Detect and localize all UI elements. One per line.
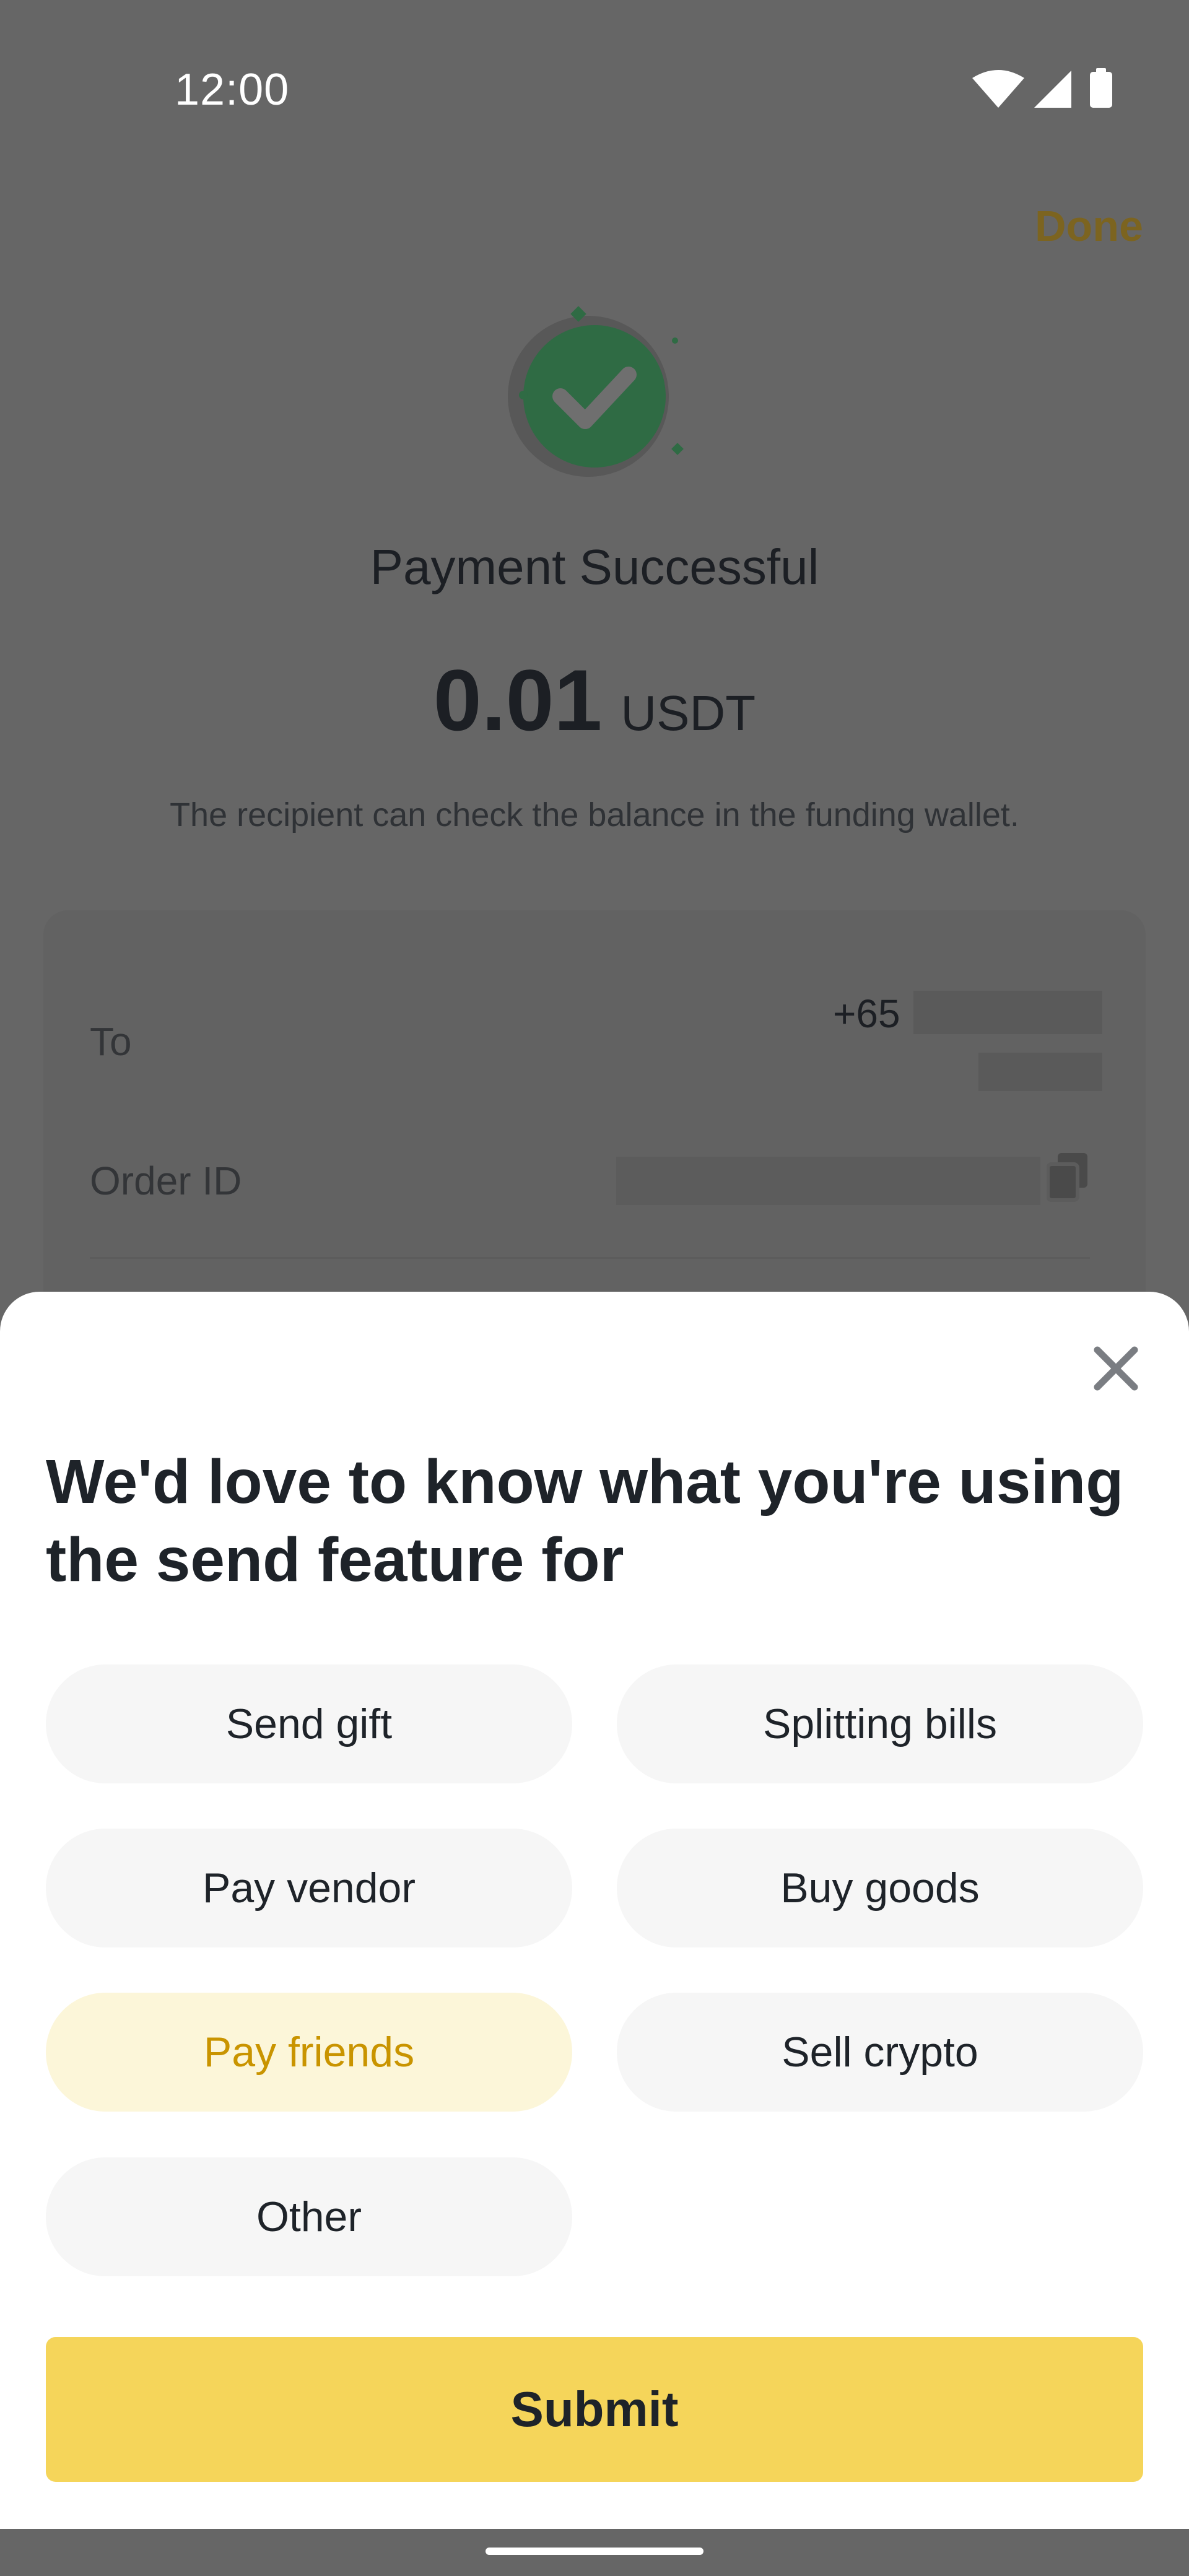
option-other[interactable]: Other [46,2157,572,2276]
option-splitting-bills[interactable]: Splitting bills [617,1664,1143,1783]
survey-title: We'd love to know what you're using the … [46,1447,1124,1595]
status-icons [972,68,1112,108]
option-send-gift[interactable]: Send gift [46,1664,572,1783]
close-button[interactable] [1085,1338,1147,1399]
redacted-order-id [616,1157,1040,1205]
option-pay-friends[interactable]: Pay friends [46,1993,572,2112]
divider [90,1257,1090,1259]
option-buy-goods[interactable]: Buy goods [617,1829,1143,1947]
payment-details-card [43,910,1146,1344]
payment-note: The recipient can check the balance in t… [170,796,1019,833]
close-icon [1094,1346,1138,1391]
payment-amount: 0.01 USDT [0,650,1189,751]
copy-icon[interactable] [1047,1153,1090,1203]
battery-icon [1090,68,1112,108]
wifi-icon [972,70,1024,108]
payment-status-title: Payment Successful [370,539,819,594]
recipient-country-code: +65 [833,991,900,1036]
submit-button[interactable]: Submit [46,2337,1143,2482]
option-sell-crypto[interactable]: Sell crypto [617,1993,1143,2112]
redacted-name [978,1053,1102,1091]
to-label: To [90,1019,132,1064]
order-id-label: Order ID [90,1159,242,1203]
done-button[interactable]: Done [1035,201,1143,251]
status-bar: 12:00 [0,0,1189,186]
option-pay-vendor[interactable]: Pay vendor [46,1829,572,1947]
signal-icon [1034,71,1071,108]
redacted-phone [913,991,1102,1034]
status-time: 12:00 [175,65,290,115]
home-indicator[interactable] [486,2548,703,2555]
amount-value: 0.01 [433,651,603,749]
success-check-icon [508,306,684,477]
amount-currency: USDT [621,685,756,741]
